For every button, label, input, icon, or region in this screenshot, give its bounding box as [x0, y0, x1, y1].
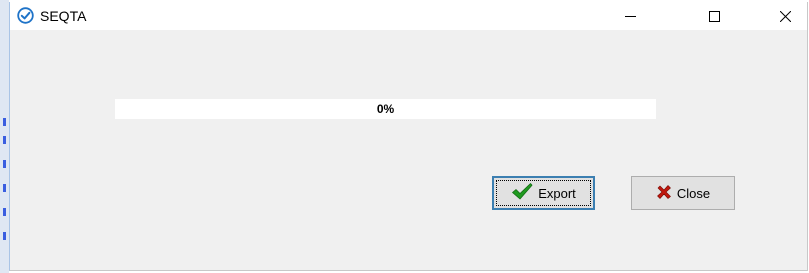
- background-text-fragment: [3, 118, 6, 126]
- minimize-button[interactable]: [607, 2, 653, 30]
- check-circle-icon: [17, 7, 34, 24]
- background-text-fragment: [3, 136, 6, 144]
- progress-percent-label: 0%: [376, 102, 395, 116]
- maximize-button[interactable]: [691, 2, 737, 30]
- checkmark-icon: [511, 182, 533, 204]
- window-close-button[interactable]: [762, 2, 808, 30]
- background-text-fragment: [3, 160, 6, 168]
- window-title: SEQTA: [40, 8, 87, 24]
- title-bar[interactable]: SEQTA: [10, 2, 807, 30]
- close-button-label: Close: [676, 185, 711, 201]
- close-button[interactable]: Close: [631, 176, 735, 210]
- background-desktop-strip: [0, 0, 9, 273]
- export-progress-bar: 0%: [115, 99, 656, 119]
- red-x-icon: [656, 184, 672, 203]
- close-icon: [780, 11, 791, 22]
- export-dialog-window: SEQTA 0% Export Close: [9, 2, 808, 271]
- background-text-fragment: [3, 232, 6, 240]
- export-button[interactable]: Export: [492, 176, 595, 210]
- background-text-fragment: [3, 208, 6, 216]
- export-button-label: Export: [538, 185, 576, 201]
- minimize-icon: [625, 16, 636, 17]
- background-text-fragment: [3, 184, 6, 192]
- maximize-icon: [709, 11, 720, 22]
